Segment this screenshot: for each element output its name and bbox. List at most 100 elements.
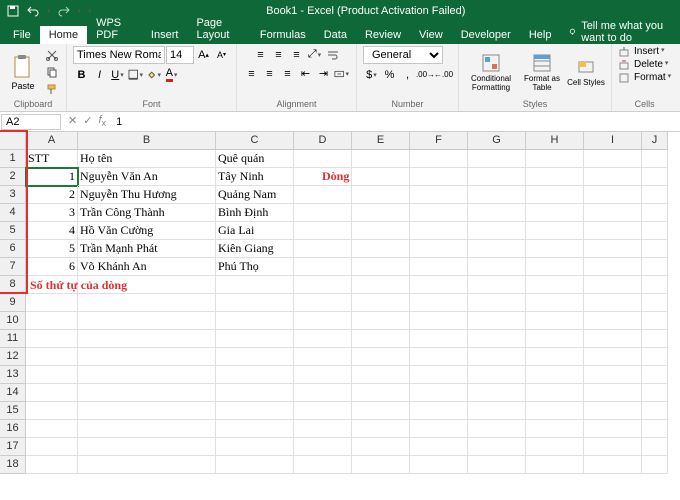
name-box[interactable] xyxy=(1,114,61,130)
cell[interactable] xyxy=(642,348,668,366)
cell[interactable] xyxy=(468,240,526,258)
cell[interactable] xyxy=(642,384,668,402)
cell[interactable] xyxy=(584,294,642,312)
increase-decimal-button[interactable]: .00→ xyxy=(417,66,434,83)
cell[interactable] xyxy=(410,384,468,402)
tab-data[interactable]: Data xyxy=(315,26,356,44)
cell[interactable] xyxy=(410,312,468,330)
decrease-decimal-button[interactable]: ←.00 xyxy=(435,66,452,83)
cell[interactable]: 5 xyxy=(26,240,78,258)
tab-view[interactable]: View xyxy=(410,26,452,44)
cell[interactable] xyxy=(26,384,78,402)
cell[interactable] xyxy=(352,186,410,204)
cell[interactable] xyxy=(410,150,468,168)
column-header[interactable]: F xyxy=(410,132,468,150)
cell[interactable] xyxy=(526,150,584,168)
cell[interactable] xyxy=(526,240,584,258)
cell[interactable] xyxy=(294,402,352,420)
cell[interactable]: Võ Khánh An xyxy=(78,258,216,276)
cell[interactable] xyxy=(294,420,352,438)
bold-button[interactable]: B xyxy=(73,66,90,83)
enter-formula-icon[interactable]: ✓ xyxy=(83,114,92,128)
decrease-font-button[interactable]: A▾ xyxy=(213,46,230,63)
cell[interactable] xyxy=(216,312,294,330)
cell[interactable] xyxy=(26,402,78,420)
tab-review[interactable]: Review xyxy=(356,26,410,44)
tab-developer[interactable]: Developer xyxy=(452,26,520,44)
formula-input[interactable] xyxy=(112,115,680,129)
column-header[interactable]: G xyxy=(468,132,526,150)
cell[interactable] xyxy=(526,456,584,474)
cell[interactable] xyxy=(294,312,352,330)
column-header[interactable]: C xyxy=(216,132,294,150)
row-header[interactable]: 18 xyxy=(0,456,26,474)
cell[interactable] xyxy=(642,222,668,240)
save-icon[interactable] xyxy=(6,4,20,18)
align-bottom-button[interactable]: ≡ xyxy=(288,46,305,63)
cell[interactable] xyxy=(526,402,584,420)
comma-format-button[interactable]: , xyxy=(399,66,416,83)
cell[interactable] xyxy=(294,204,352,222)
row-header[interactable]: 4 xyxy=(0,204,26,222)
cell[interactable] xyxy=(642,150,668,168)
fx-icon[interactable]: fx xyxy=(98,114,106,128)
conditional-formatting-button[interactable]: Conditional Formatting xyxy=(465,48,517,96)
cell[interactable] xyxy=(294,438,352,456)
cell[interactable] xyxy=(294,348,352,366)
fill-color-button[interactable]: ▾ xyxy=(145,66,162,83)
font-name-select[interactable] xyxy=(73,46,165,64)
cell[interactable] xyxy=(526,438,584,456)
cell[interactable] xyxy=(410,294,468,312)
cell[interactable] xyxy=(216,366,294,384)
cell[interactable] xyxy=(468,420,526,438)
tab-page-layout[interactable]: Page Layout xyxy=(187,14,250,44)
italic-button[interactable]: I xyxy=(91,66,108,83)
cell[interactable] xyxy=(294,456,352,474)
cell[interactable] xyxy=(352,366,410,384)
cell[interactable] xyxy=(584,168,642,186)
cell[interactable] xyxy=(468,456,526,474)
cell[interactable] xyxy=(642,366,668,384)
cell[interactable] xyxy=(410,348,468,366)
cell[interactable] xyxy=(410,186,468,204)
cell[interactable] xyxy=(468,402,526,420)
tab-insert[interactable]: Insert xyxy=(142,26,188,44)
cell[interactable] xyxy=(352,294,410,312)
cell[interactable]: Họ tên xyxy=(78,150,216,168)
cell[interactable] xyxy=(352,258,410,276)
cell[interactable] xyxy=(526,420,584,438)
cell[interactable] xyxy=(26,348,78,366)
row-header[interactable]: 12 xyxy=(0,348,26,366)
tab-help[interactable]: Help xyxy=(520,26,561,44)
cell[interactable] xyxy=(584,402,642,420)
column-header[interactable]: H xyxy=(526,132,584,150)
cell[interactable] xyxy=(352,402,410,420)
row-header[interactable]: 15 xyxy=(0,402,26,420)
cell[interactable] xyxy=(410,258,468,276)
row-header[interactable]: 16 xyxy=(0,420,26,438)
format-painter-button[interactable] xyxy=(43,82,60,97)
cell[interactable] xyxy=(352,456,410,474)
cell[interactable] xyxy=(468,438,526,456)
cell[interactable]: 2 xyxy=(26,186,78,204)
cell[interactable]: 4 xyxy=(26,222,78,240)
column-header[interactable]: A xyxy=(26,132,78,150)
cell[interactable] xyxy=(78,294,216,312)
cell[interactable] xyxy=(410,276,468,294)
cell[interactable] xyxy=(78,348,216,366)
cell[interactable] xyxy=(468,348,526,366)
row-header[interactable]: 13 xyxy=(0,366,26,384)
cell[interactable] xyxy=(352,420,410,438)
cell[interactable] xyxy=(584,330,642,348)
cell[interactable] xyxy=(584,438,642,456)
cell[interactable] xyxy=(584,204,642,222)
cell[interactable] xyxy=(584,276,642,294)
column-header[interactable]: I xyxy=(584,132,642,150)
cell[interactable] xyxy=(78,384,216,402)
cell[interactable] xyxy=(78,330,216,348)
cell[interactable] xyxy=(294,150,352,168)
cell[interactable] xyxy=(468,384,526,402)
cell[interactable] xyxy=(584,456,642,474)
cell[interactable] xyxy=(526,222,584,240)
cell[interactable] xyxy=(468,150,526,168)
